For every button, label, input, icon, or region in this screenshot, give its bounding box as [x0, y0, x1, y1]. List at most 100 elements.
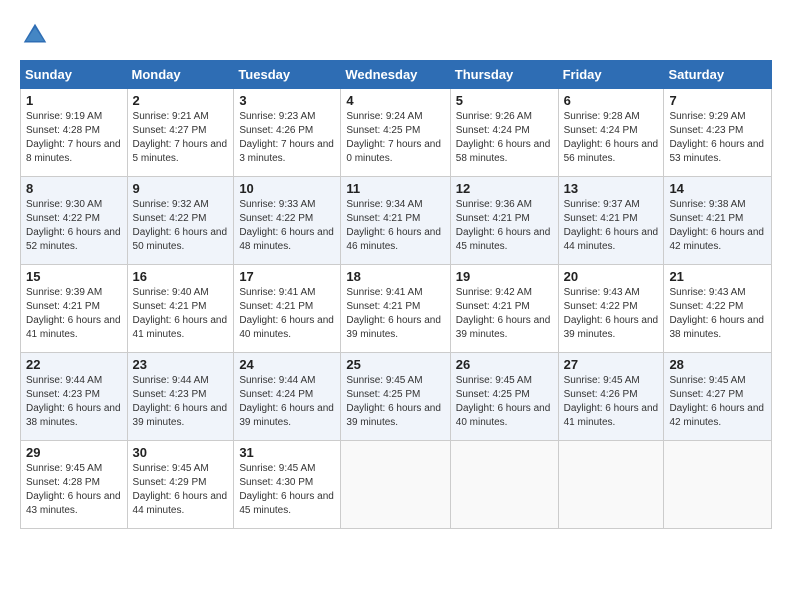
calendar-cell: [664, 441, 772, 529]
day-number: 4: [346, 93, 444, 108]
day-number: 29: [26, 445, 122, 460]
day-info: Sunrise: 9:45 AMSunset: 4:27 PMDaylight:…: [669, 375, 764, 428]
day-number: 14: [669, 181, 766, 196]
day-info: Sunrise: 9:44 AMSunset: 4:24 PMDaylight:…: [239, 375, 334, 428]
weekday-header-wednesday: Wednesday: [341, 61, 450, 89]
day-info: Sunrise: 9:45 AMSunset: 4:28 PMDaylight:…: [26, 463, 121, 516]
day-number: 16: [133, 269, 229, 284]
day-info: Sunrise: 9:30 AMSunset: 4:22 PMDaylight:…: [26, 199, 121, 252]
day-info: Sunrise: 9:44 AMSunset: 4:23 PMDaylight:…: [26, 375, 121, 428]
day-number: 8: [26, 181, 122, 196]
day-info: Sunrise: 9:21 AMSunset: 4:27 PMDaylight:…: [133, 111, 228, 164]
day-number: 11: [346, 181, 444, 196]
calendar-cell: [558, 441, 664, 529]
day-number: 3: [239, 93, 335, 108]
day-number: 2: [133, 93, 229, 108]
day-number: 23: [133, 357, 229, 372]
day-number: 27: [564, 357, 659, 372]
weekday-header-tuesday: Tuesday: [234, 61, 341, 89]
calendar-cell: 12 Sunrise: 9:36 AMSunset: 4:21 PMDaylig…: [450, 177, 558, 265]
week-row-5: 29 Sunrise: 9:45 AMSunset: 4:28 PMDaylig…: [21, 441, 772, 529]
calendar-table: SundayMondayTuesdayWednesdayThursdayFrid…: [20, 60, 772, 529]
week-row-1: 1 Sunrise: 9:19 AMSunset: 4:28 PMDayligh…: [21, 89, 772, 177]
calendar-cell: 18 Sunrise: 9:41 AMSunset: 4:21 PMDaylig…: [341, 265, 450, 353]
calendar-cell: 3 Sunrise: 9:23 AMSunset: 4:26 PMDayligh…: [234, 89, 341, 177]
calendar-cell: [341, 441, 450, 529]
calendar-cell: 23 Sunrise: 9:44 AMSunset: 4:23 PMDaylig…: [127, 353, 234, 441]
day-number: 7: [669, 93, 766, 108]
logo: [20, 20, 54, 50]
day-info: Sunrise: 9:45 AMSunset: 4:29 PMDaylight:…: [133, 463, 228, 516]
day-info: Sunrise: 9:26 AMSunset: 4:24 PMDaylight:…: [456, 111, 551, 164]
day-info: Sunrise: 9:33 AMSunset: 4:22 PMDaylight:…: [239, 199, 334, 252]
calendar-cell: 9 Sunrise: 9:32 AMSunset: 4:22 PMDayligh…: [127, 177, 234, 265]
day-number: 10: [239, 181, 335, 196]
day-info: Sunrise: 9:19 AMSunset: 4:28 PMDaylight:…: [26, 111, 121, 164]
calendar-cell: [450, 441, 558, 529]
day-info: Sunrise: 9:43 AMSunset: 4:22 PMDaylight:…: [669, 287, 764, 340]
weekday-header-friday: Friday: [558, 61, 664, 89]
day-number: 5: [456, 93, 553, 108]
calendar-cell: 22 Sunrise: 9:44 AMSunset: 4:23 PMDaylig…: [21, 353, 128, 441]
calendar-cell: 2 Sunrise: 9:21 AMSunset: 4:27 PMDayligh…: [127, 89, 234, 177]
calendar-cell: 13 Sunrise: 9:37 AMSunset: 4:21 PMDaylig…: [558, 177, 664, 265]
calendar-cell: 30 Sunrise: 9:45 AMSunset: 4:29 PMDaylig…: [127, 441, 234, 529]
calendar-cell: 27 Sunrise: 9:45 AMSunset: 4:26 PMDaylig…: [558, 353, 664, 441]
day-info: Sunrise: 9:34 AMSunset: 4:21 PMDaylight:…: [346, 199, 441, 252]
day-number: 13: [564, 181, 659, 196]
day-number: 24: [239, 357, 335, 372]
calendar-cell: 15 Sunrise: 9:39 AMSunset: 4:21 PMDaylig…: [21, 265, 128, 353]
calendar-cell: 19 Sunrise: 9:42 AMSunset: 4:21 PMDaylig…: [450, 265, 558, 353]
day-info: Sunrise: 9:41 AMSunset: 4:21 PMDaylight:…: [239, 287, 334, 340]
logo-icon: [20, 20, 50, 50]
day-number: 20: [564, 269, 659, 284]
day-info: Sunrise: 9:42 AMSunset: 4:21 PMDaylight:…: [456, 287, 551, 340]
day-number: 19: [456, 269, 553, 284]
day-info: Sunrise: 9:23 AMSunset: 4:26 PMDaylight:…: [239, 111, 334, 164]
calendar-cell: 26 Sunrise: 9:45 AMSunset: 4:25 PMDaylig…: [450, 353, 558, 441]
day-number: 31: [239, 445, 335, 460]
day-number: 30: [133, 445, 229, 460]
page-header: [20, 20, 772, 50]
day-number: 22: [26, 357, 122, 372]
calendar-cell: 10 Sunrise: 9:33 AMSunset: 4:22 PMDaylig…: [234, 177, 341, 265]
day-info: Sunrise: 9:36 AMSunset: 4:21 PMDaylight:…: [456, 199, 551, 252]
day-info: Sunrise: 9:40 AMSunset: 4:21 PMDaylight:…: [133, 287, 228, 340]
day-info: Sunrise: 9:45 AMSunset: 4:30 PMDaylight:…: [239, 463, 334, 516]
calendar-cell: 11 Sunrise: 9:34 AMSunset: 4:21 PMDaylig…: [341, 177, 450, 265]
day-info: Sunrise: 9:29 AMSunset: 4:23 PMDaylight:…: [669, 111, 764, 164]
calendar-cell: 25 Sunrise: 9:45 AMSunset: 4:25 PMDaylig…: [341, 353, 450, 441]
calendar-cell: 14 Sunrise: 9:38 AMSunset: 4:21 PMDaylig…: [664, 177, 772, 265]
day-info: Sunrise: 9:41 AMSunset: 4:21 PMDaylight:…: [346, 287, 441, 340]
calendar-cell: 4 Sunrise: 9:24 AMSunset: 4:25 PMDayligh…: [341, 89, 450, 177]
calendar-cell: 8 Sunrise: 9:30 AMSunset: 4:22 PMDayligh…: [21, 177, 128, 265]
calendar-cell: 17 Sunrise: 9:41 AMSunset: 4:21 PMDaylig…: [234, 265, 341, 353]
weekday-header-row: SundayMondayTuesdayWednesdayThursdayFrid…: [21, 61, 772, 89]
weekday-header-sunday: Sunday: [21, 61, 128, 89]
day-info: Sunrise: 9:24 AMSunset: 4:25 PMDaylight:…: [346, 111, 441, 164]
weekday-header-thursday: Thursday: [450, 61, 558, 89]
day-info: Sunrise: 9:45 AMSunset: 4:26 PMDaylight:…: [564, 375, 659, 428]
calendar-cell: 24 Sunrise: 9:44 AMSunset: 4:24 PMDaylig…: [234, 353, 341, 441]
day-number: 6: [564, 93, 659, 108]
day-number: 25: [346, 357, 444, 372]
calendar-cell: 29 Sunrise: 9:45 AMSunset: 4:28 PMDaylig…: [21, 441, 128, 529]
calendar-cell: 31 Sunrise: 9:45 AMSunset: 4:30 PMDaylig…: [234, 441, 341, 529]
day-number: 15: [26, 269, 122, 284]
calendar-cell: 7 Sunrise: 9:29 AMSunset: 4:23 PMDayligh…: [664, 89, 772, 177]
week-row-4: 22 Sunrise: 9:44 AMSunset: 4:23 PMDaylig…: [21, 353, 772, 441]
day-info: Sunrise: 9:45 AMSunset: 4:25 PMDaylight:…: [346, 375, 441, 428]
day-number: 1: [26, 93, 122, 108]
day-info: Sunrise: 9:28 AMSunset: 4:24 PMDaylight:…: [564, 111, 659, 164]
day-number: 17: [239, 269, 335, 284]
weekday-header-saturday: Saturday: [664, 61, 772, 89]
week-row-3: 15 Sunrise: 9:39 AMSunset: 4:21 PMDaylig…: [21, 265, 772, 353]
day-info: Sunrise: 9:32 AMSunset: 4:22 PMDaylight:…: [133, 199, 228, 252]
calendar-cell: 1 Sunrise: 9:19 AMSunset: 4:28 PMDayligh…: [21, 89, 128, 177]
calendar-cell: 20 Sunrise: 9:43 AMSunset: 4:22 PMDaylig…: [558, 265, 664, 353]
day-number: 9: [133, 181, 229, 196]
calendar-cell: 16 Sunrise: 9:40 AMSunset: 4:21 PMDaylig…: [127, 265, 234, 353]
calendar-cell: 21 Sunrise: 9:43 AMSunset: 4:22 PMDaylig…: [664, 265, 772, 353]
day-number: 26: [456, 357, 553, 372]
day-info: Sunrise: 9:45 AMSunset: 4:25 PMDaylight:…: [456, 375, 551, 428]
